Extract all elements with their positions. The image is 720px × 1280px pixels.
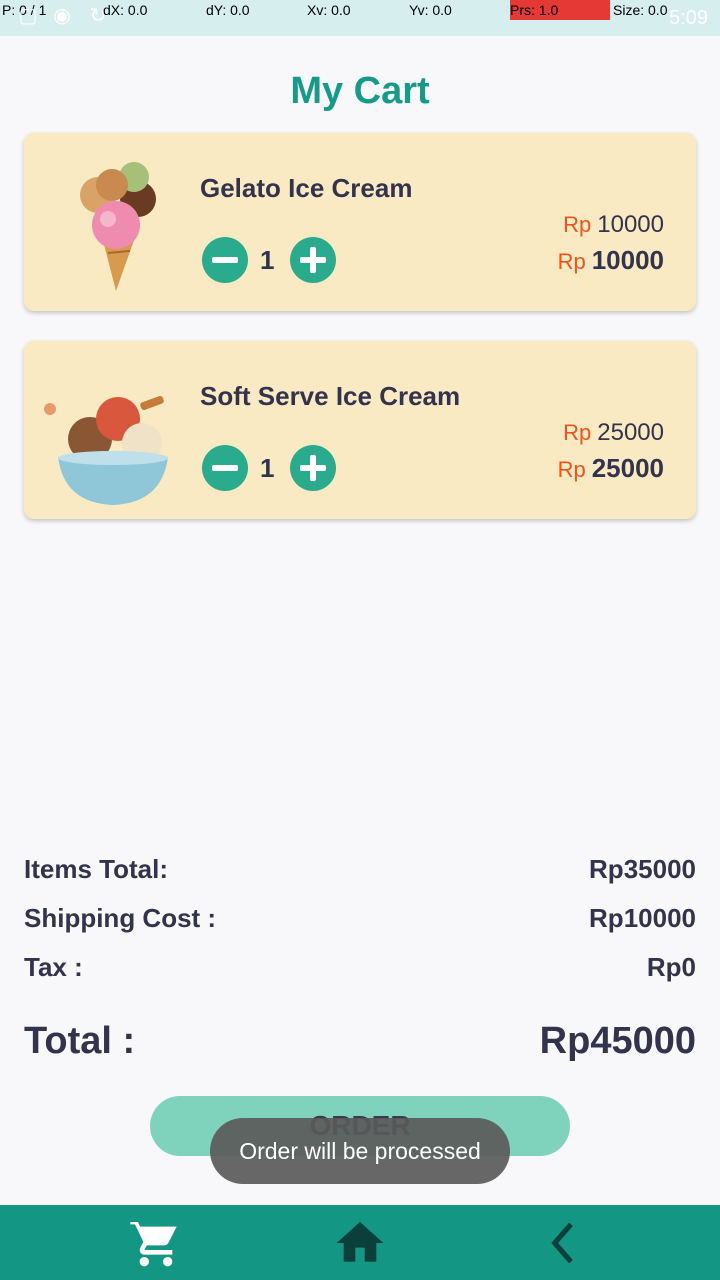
decrease-quantity-button[interactable] — [202, 445, 248, 491]
total-value: Rp45000 — [539, 1020, 696, 1062]
shipping-cost-row: Shipping Cost : Rp10000 — [24, 903, 696, 934]
home-icon[interactable] — [332, 1215, 388, 1271]
back-icon[interactable] — [536, 1215, 592, 1271]
item-subtotal: Rp 25000 — [558, 453, 664, 484]
item-subtotal-value: 10000 — [591, 245, 664, 275]
unit-price: Rp 25000 — [563, 419, 664, 447]
increase-quantity-button[interactable] — [290, 237, 336, 283]
decrease-quantity-button[interactable] — [202, 237, 248, 283]
page-title: My Cart — [290, 70, 430, 112]
items-total-row: Items Total: Rp35000 — [24, 854, 696, 885]
item-name: Soft Serve Ice Cream — [200, 381, 461, 411]
currency-label: Rp — [563, 212, 592, 237]
items-total-label: Items Total: — [24, 854, 168, 884]
toast-message: Order will be processed — [210, 1118, 510, 1184]
image-icon: ▢ — [18, 5, 38, 27]
increase-quantity-button[interactable] — [290, 445, 336, 491]
item-subtotal-value: 25000 — [591, 453, 664, 483]
item-subtotal: Rp 10000 — [558, 245, 664, 276]
clock: 5:09 — [669, 7, 708, 29]
delta-x: dX: 0.0 — [103, 2, 148, 18]
item-quantity: 1 — [260, 245, 275, 275]
currency-label: Rp — [557, 457, 586, 482]
delta-y: dY: 0.0 — [206, 2, 250, 18]
pressure: Prs: 1.0 — [510, 0, 610, 20]
tax-label: Tax : — [24, 952, 83, 982]
cart-icon[interactable] — [128, 1215, 184, 1271]
shipping-cost-value: Rp10000 — [589, 903, 696, 933]
velocity-x: Xv: 0.0 — [307, 2, 351, 18]
item-quantity: 1 — [260, 453, 275, 483]
items-total-value: Rp35000 — [589, 854, 696, 884]
tax-value: Rp0 — [646, 952, 696, 982]
gelato-image — [80, 162, 156, 291]
currency-label: Rp — [557, 249, 586, 274]
bottom-navigation — [0, 1205, 720, 1280]
status-bar: P: 0 / 1 ▢ ◉ ↻ dX: 0.0 dY: 0.0 Xv: 0.0 Y… — [0, 0, 720, 36]
total-row: Total : Rp45000 — [24, 1020, 696, 1063]
shipping-cost-label: Shipping Cost : — [24, 903, 217, 933]
total-label: Total : — [24, 1020, 136, 1062]
device-icon: ◉ — [53, 5, 71, 27]
soft-serve-image — [44, 395, 168, 505]
item-name: Gelato Ice Cream — [200, 173, 413, 203]
unit-price: Rp 10000 — [563, 211, 664, 239]
tax-row: Tax : Rp0 — [24, 952, 696, 983]
touch-size: Size: 0.0 — [613, 2, 668, 18]
unit-price-value: 10000 — [597, 211, 664, 238]
cart-item: Gelato Ice Cream 1 Rp 10000 Rp 10000 — [24, 133, 696, 311]
velocity-y: Yv: 0.0 — [409, 2, 452, 18]
currency-label: Rp — [563, 420, 592, 445]
unit-price-value: 25000 — [597, 419, 664, 446]
cart-item: Soft Serve Ice Cream 1 Rp 25000 Rp 25000 — [24, 341, 696, 519]
